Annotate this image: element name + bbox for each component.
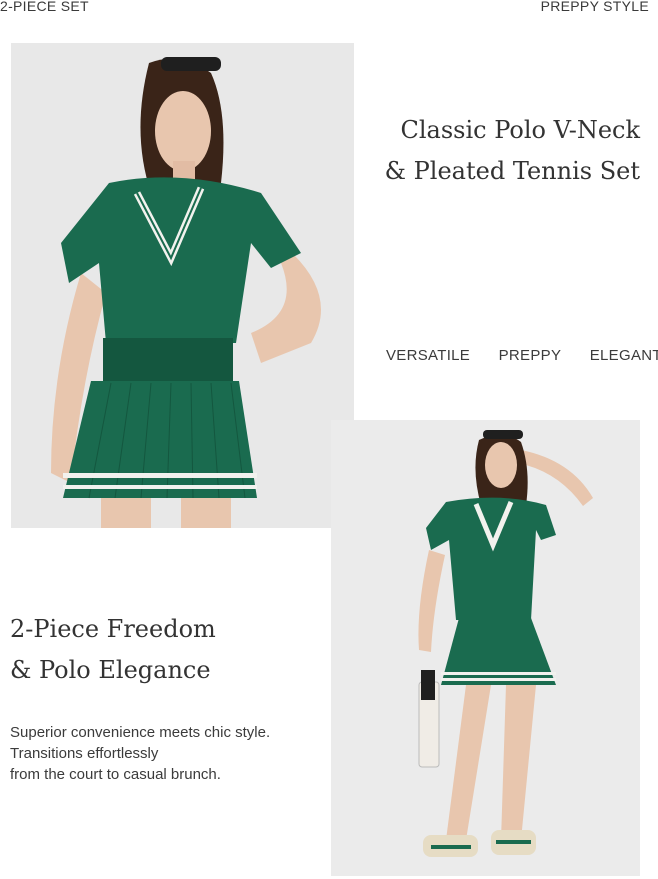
description-line1: Superior convenience meets chic style. xyxy=(10,724,271,741)
subtitle-heading: 2-Piece Freedom & Polo Elegance xyxy=(10,609,216,691)
model-photo-fullbody xyxy=(331,420,640,876)
product-title-line2: & Pleated Tennis Set xyxy=(384,157,640,185)
product-title: Classic Polo V-Neck & Pleated Tennis Set xyxy=(377,110,640,192)
product-description: Superior convenience meets chic style. T… xyxy=(10,722,270,785)
style-label: PREPPY STYLE xyxy=(540,0,649,14)
tag-elegant: ELEGANT xyxy=(589,347,658,364)
subtitle-line2: & Polo Elegance xyxy=(10,656,211,684)
description-line3: from the court to casual brunch. xyxy=(10,766,221,783)
subtitle-line1: 2-Piece Freedom xyxy=(10,615,216,643)
style-tags: VERSATILE PREPPY ELEGANT xyxy=(386,347,658,364)
set-type-label: 2-PIECE SET xyxy=(0,0,89,14)
model-photo-closeup xyxy=(11,43,354,528)
tag-versatile: VERSATILE xyxy=(386,347,471,364)
tag-preppy: PREPPY xyxy=(498,347,562,364)
product-title-line1: Classic Polo V-Neck xyxy=(400,116,640,144)
description-line2: Transitions effortlessly xyxy=(10,745,159,762)
